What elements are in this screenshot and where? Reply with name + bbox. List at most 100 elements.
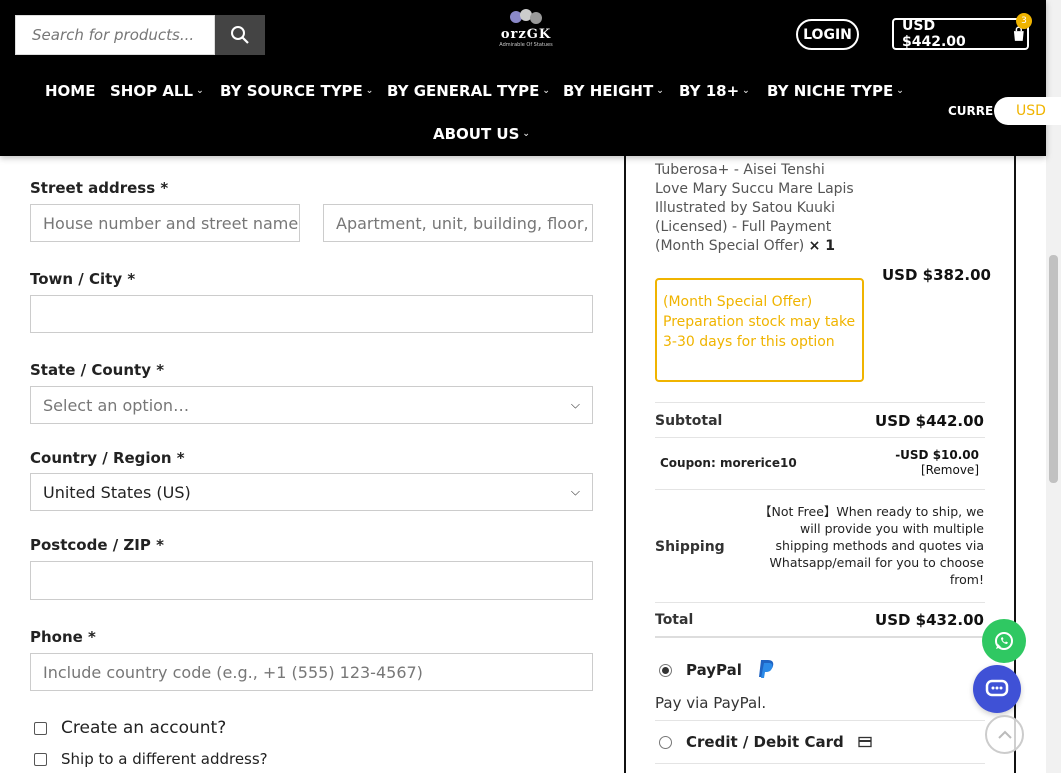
total-value: USD $432.00 — [875, 611, 984, 629]
total-label: Total — [655, 612, 694, 628]
phone-label: Phone * — [30, 628, 96, 646]
product-name: Tuberosa+ - Aisei Tenshi Love Mary Succu… — [655, 161, 855, 256]
subtotal-value: USD $442.00 — [875, 412, 984, 430]
nav-item-label: BY HEIGHT — [563, 82, 654, 100]
special-offer-notice: (Month Special Offer) Preparation stock … — [655, 278, 864, 382]
nav-item-label: BY GENERAL TYPE — [387, 82, 540, 100]
search-button[interactable] — [215, 15, 265, 55]
chevron-down-icon: ⌄ — [542, 86, 550, 96]
shipping-note: 【Not Free】When ready to ship, we will pr… — [758, 504, 984, 587]
chevron-up-icon — [997, 730, 1012, 739]
nav-item-label: BY SOURCE TYPE — [220, 82, 363, 100]
nav-item-by-source-type[interactable]: BY SOURCE TYPE ⌄ — [220, 82, 373, 100]
cart-total: USD $442.00 — [902, 18, 966, 50]
country-label: Country / Region * — [30, 449, 185, 467]
state-select-value: Select an option… — [43, 395, 190, 415]
chevron-down-icon: ⌄ — [196, 86, 204, 96]
main-nav: HOME SHOP ALL ⌄ BY SOURCE TYPE ⌄ BY GENERA… — [0, 82, 940, 104]
logo-name: orzGK — [500, 27, 552, 42]
search-form: Search for products... — [15, 15, 265, 55]
phone-placeholder: Include country code (e.g., +1 (555) 123… — [43, 662, 423, 682]
product-price: USD $382.00 — [882, 266, 991, 284]
scrollbar-thumb[interactable] — [1049, 255, 1058, 483]
nav-item-about-us[interactable]: ABOUT US ⌄ — [433, 125, 530, 143]
paypal-label: PayPal — [686, 661, 742, 679]
city-label: Town / City * — [30, 270, 136, 288]
state-select[interactable]: Select an option… ⌵ — [30, 386, 593, 424]
create-account-option[interactable]: Create an account? — [34, 718, 226, 738]
paypal-logo-icon — [758, 660, 774, 678]
nav-item-label: ABOUT US — [433, 125, 520, 143]
chevron-down-icon: ⌄ — [522, 129, 530, 139]
street-address-placeholder: House number and street name — [43, 213, 299, 233]
coupon-remove-link[interactable]: [Remove] — [895, 463, 979, 478]
coupon-discount: -USD $10.00 — [895, 448, 979, 462]
cart-button[interactable]: USD $442.00 — [892, 18, 1029, 50]
ship-different-label: Ship to a different address? — [61, 750, 268, 768]
divider — [655, 489, 985, 490]
checkout-page: Search for products... orzGK Admirable O… — [0, 0, 1061, 773]
card-radio[interactable] — [659, 735, 672, 749]
nav-item-by-niche-type[interactable]: BY NICHE TYPE ⌄ — [767, 82, 904, 100]
paypal-description: Pay via PayPal. — [655, 694, 767, 712]
country-select[interactable]: United States (US) ⌵ — [30, 473, 593, 511]
zip-input[interactable] — [30, 561, 593, 600]
subtotal-label: Subtotal — [655, 413, 723, 429]
chat-button[interactable] — [973, 665, 1021, 713]
nav-item-by-height[interactable]: BY HEIGHT ⌄ — [563, 82, 664, 100]
nav-item-label: HOME — [45, 82, 96, 100]
site-logo[interactable]: orzGK Admirable Of Statues — [496, 8, 556, 54]
cart-count-badge: 3 — [1016, 13, 1032, 29]
currency-label: CURRE — [948, 104, 994, 118]
coupon-value: -USD $10.00 [Remove] — [895, 448, 979, 478]
create-account-checkbox[interactable] — [34, 721, 47, 735]
search-placeholder: Search for products... — [32, 26, 195, 44]
phone-input[interactable]: Include country code (e.g., +1 (555) 123… — [30, 653, 593, 691]
site-header: Search for products... orzGK Admirable O… — [0, 0, 1061, 156]
nav-item-by-general-type[interactable]: BY GENERAL TYPE ⌄ — [387, 82, 550, 100]
divider — [655, 763, 985, 764]
chevron-down-icon: ⌄ — [742, 86, 750, 96]
chevron-down-icon: ⌄ — [365, 86, 374, 96]
divider — [655, 402, 985, 403]
chevron-down-icon: ⌄ — [656, 86, 664, 96]
street-address-2-placeholder: Apartment, unit, building, floor, etc. — [336, 213, 592, 233]
city-input[interactable] — [30, 295, 593, 333]
logo-figures-icon — [496, 8, 556, 28]
divider — [655, 602, 985, 603]
currency-value: USD — [1016, 103, 1046, 119]
chevron-down-icon: ⌵ — [570, 397, 580, 412]
ship-different-option[interactable]: Ship to a different address? — [34, 750, 268, 768]
login-button[interactable]: LOGIN — [796, 19, 859, 50]
create-account-label: Create an account? — [61, 718, 227, 738]
search-icon — [231, 26, 249, 44]
street-address-input[interactable]: House number and street name — [30, 204, 300, 242]
card-label: Credit / Debit Card — [686, 733, 844, 751]
divider — [655, 437, 985, 438]
shipping-label: Shipping — [655, 539, 725, 555]
chevron-down-icon: ⌄ — [896, 86, 904, 96]
paypal-radio[interactable] — [659, 663, 672, 677]
payment-option-card[interactable]: Credit / Debit Card — [659, 733, 872, 751]
whatsapp-button[interactable] — [982, 619, 1026, 663]
state-label: State / County * — [30, 361, 165, 379]
currency-switcher[interactable]: USD — [994, 97, 1061, 125]
chevron-down-icon: ⌵ — [570, 484, 580, 499]
nav-item-by-18-plus[interactable]: BY 18+ ⌄ — [679, 82, 750, 100]
whatsapp-icon — [995, 632, 1013, 650]
nav-item-home[interactable]: HOME — [45, 82, 95, 100]
search-input[interactable]: Search for products... — [15, 15, 215, 55]
product-qty: × 1 — [808, 238, 835, 254]
divider — [655, 636, 985, 638]
zip-label: Postcode / ZIP * — [30, 536, 164, 554]
chat-icon — [985, 679, 1009, 697]
payment-option-paypal[interactable]: PayPal — [659, 659, 776, 681]
back-to-top-button[interactable] — [985, 715, 1024, 754]
ship-different-checkbox[interactable] — [34, 752, 47, 766]
nav-item-shop-all[interactable]: SHOP ALL ⌄ — [110, 82, 204, 100]
street-address-2-input[interactable]: Apartment, unit, building, floor, etc. — [323, 204, 593, 242]
nav-item-label: SHOP ALL — [110, 82, 194, 100]
nav-item-label: BY 18+ — [679, 82, 740, 100]
coupon-label: Coupon: morerice10 — [660, 456, 797, 470]
divider — [655, 720, 985, 721]
